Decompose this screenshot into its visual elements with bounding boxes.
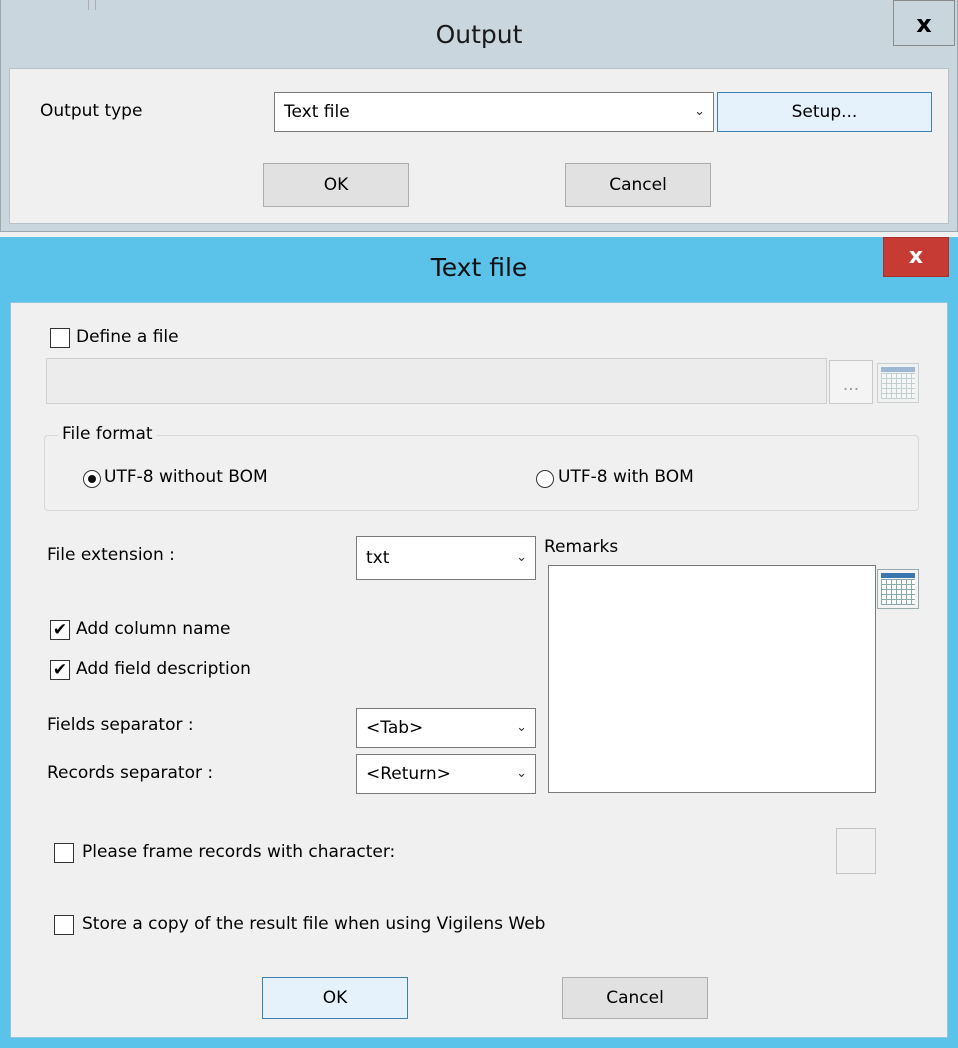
utf8-with-bom-label: UTF-8 with BOM: [558, 467, 694, 487]
text-file-close-button[interactable]: x: [883, 237, 949, 277]
frame-records-checkbox[interactable]: [54, 843, 74, 863]
records-separator-label: Records separator :: [47, 763, 214, 783]
store-copy-label: Store a copy of the result file when usi…: [82, 914, 546, 934]
add-field-description-checkbox[interactable]: ✔: [50, 660, 70, 680]
radio-utf8-with-bom[interactable]: [536, 470, 554, 488]
output-type-select[interactable]: Text file ⌄: [274, 92, 714, 132]
output-close-button[interactable]: x: [893, 0, 955, 46]
chevron-down-icon: ⌄: [516, 719, 527, 735]
text-file-ok-button[interactable]: OK: [262, 977, 408, 1019]
add-column-name-label: Add column name: [76, 619, 231, 639]
setup-button[interactable]: Setup...: [717, 92, 932, 132]
text-file-cancel-button[interactable]: Cancel: [562, 977, 708, 1019]
chevron-down-icon: ⌄: [694, 103, 705, 119]
calendar-icon[interactable]: [877, 363, 919, 403]
check-icon: ✔: [52, 620, 68, 640]
radio-selected-dot: [88, 475, 96, 483]
fields-separator-select[interactable]: <Tab> ⌄: [356, 708, 536, 748]
store-copy-checkbox[interactable]: [54, 915, 74, 935]
define-file-label: Define a file: [76, 327, 179, 347]
output-type-value: Text file: [284, 102, 350, 122]
fields-separator-label: Fields separator :: [47, 715, 194, 735]
define-file-checkbox[interactable]: [50, 328, 70, 348]
output-cancel-button[interactable]: Cancel: [565, 163, 711, 207]
remarks-label: Remarks: [544, 537, 619, 557]
output-type-label: Output type: [40, 101, 143, 121]
check-icon: ✔: [52, 660, 68, 680]
calendar-icon-grid: [881, 373, 915, 399]
records-separator-value: <Return>: [366, 764, 451, 784]
ellipsis-icon: ...: [842, 375, 860, 395]
file-path-input[interactable]: [46, 358, 827, 404]
background-window-edge: [88, 0, 96, 10]
chevron-down-icon: ⌄: [516, 765, 527, 781]
radio-utf8-without-bom[interactable]: [83, 470, 101, 488]
chevron-down-icon: ⌄: [516, 549, 527, 565]
file-extension-select[interactable]: txt ⌄: [356, 536, 536, 580]
frame-records-label: Please frame records with character:: [82, 842, 396, 862]
frame-character-input[interactable]: [836, 828, 876, 874]
calendar-icon-header: [881, 367, 915, 372]
remarks-calendar-icon[interactable]: [877, 569, 919, 609]
output-dialog-title: Output: [435, 20, 523, 49]
fields-separator-value: <Tab>: [366, 718, 424, 738]
calendar-icon-grid: [881, 579, 915, 605]
file-format-label: File format: [58, 424, 157, 444]
close-icon: x: [916, 10, 932, 38]
records-separator-select[interactable]: <Return> ⌄: [356, 754, 536, 794]
browse-button[interactable]: ...: [829, 360, 873, 404]
add-field-description-label: Add field description: [76, 659, 251, 679]
utf8-without-bom-label: UTF-8 without BOM: [104, 467, 268, 487]
close-icon: x: [908, 244, 924, 269]
text-file-dialog-title: Text file: [430, 253, 528, 282]
output-ok-button[interactable]: OK: [263, 163, 409, 207]
calendar-icon-header: [881, 573, 915, 578]
remarks-textarea[interactable]: [548, 565, 876, 793]
add-column-name-checkbox[interactable]: ✔: [50, 620, 70, 640]
file-extension-label: File extension :: [47, 545, 175, 565]
file-extension-value: txt: [366, 548, 390, 568]
